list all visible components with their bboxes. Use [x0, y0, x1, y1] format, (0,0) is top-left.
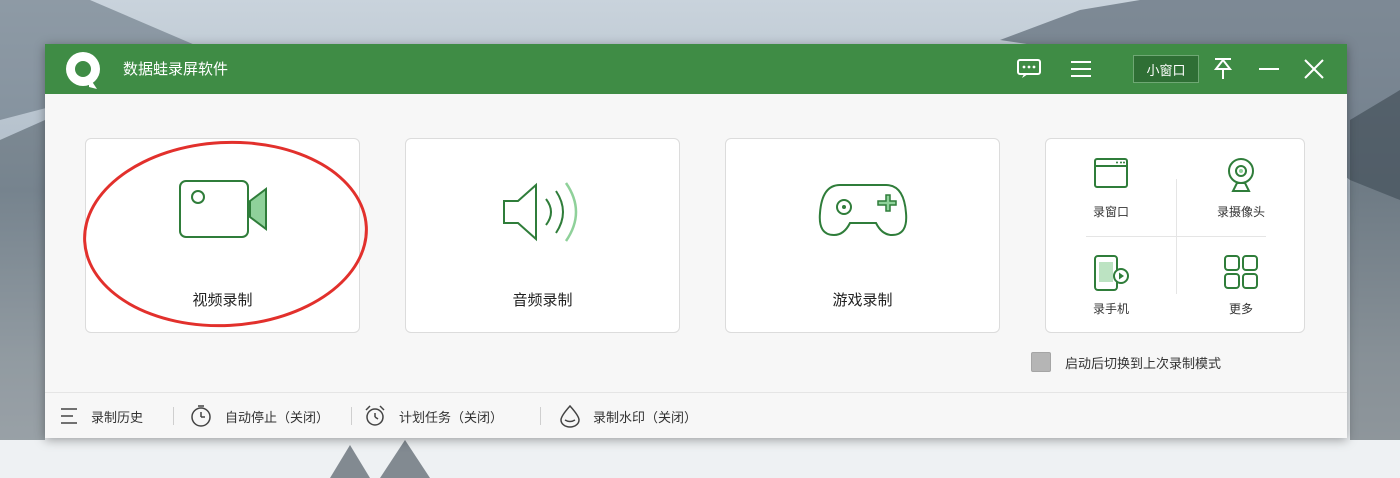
- footer-separator: [540, 407, 541, 425]
- title-bar: 数据蛙录屏软件 小窗口: [45, 44, 1347, 94]
- history-list-icon: [61, 408, 77, 424]
- app-window: 数据蛙录屏软件 小窗口 视频录制 音频录制 游戏录制 录窗口 录摄像头 录手机 …: [45, 44, 1347, 438]
- scheduled-task-button[interactable]: 计划任务（关闭）: [363, 403, 503, 429]
- minimize-icon[interactable]: [1255, 56, 1283, 82]
- phone-icon: [1094, 255, 1129, 291]
- pin-icon[interactable]: [1209, 56, 1237, 82]
- record-phone-item[interactable]: 录手机: [1046, 236, 1176, 333]
- remember-mode-checkbox[interactable]: [1031, 352, 1051, 372]
- menu-icon[interactable]: [1067, 56, 1095, 82]
- window-icon: [1094, 158, 1128, 188]
- game-record-label: 游戏录制: [832, 291, 893, 309]
- record-window-item[interactable]: 录窗口: [1046, 139, 1176, 236]
- close-icon[interactable]: [1300, 56, 1328, 82]
- watermark-label: 录制水印（关闭）: [593, 410, 698, 426]
- record-webcam-item[interactable]: 录摄像头: [1176, 139, 1306, 236]
- remember-mode-option[interactable]: 启动后切换到上次录制模式: [1031, 352, 1221, 372]
- more-modes-card: 录窗口 录摄像头 录手机 更多: [1045, 138, 1305, 333]
- record-window-label: 录窗口: [1092, 205, 1129, 219]
- remember-mode-label: 启动后切换到上次录制模式: [1065, 356, 1222, 372]
- audio-record-card[interactable]: 音频录制: [405, 138, 680, 333]
- watermark-button[interactable]: 录制水印（关闭）: [559, 403, 697, 429]
- grid-icon: [1224, 255, 1258, 289]
- app-logo-icon: [66, 52, 100, 89]
- record-history-button[interactable]: 录制历史: [59, 403, 143, 429]
- auto-stop-label: 自动停止（关闭）: [225, 410, 330, 426]
- timer-icon: [191, 405, 211, 427]
- more-label: 更多: [1228, 302, 1253, 316]
- watermark-drop-icon: [560, 404, 580, 428]
- feedback-icon[interactable]: [1015, 56, 1043, 82]
- game-record-card[interactable]: 游戏录制: [725, 138, 1000, 333]
- footer-separator: [351, 407, 352, 425]
- footer-separator: [173, 407, 174, 425]
- speaker-icon: [502, 182, 577, 242]
- webcam-icon: [1228, 158, 1254, 192]
- app-title: 数据蛙录屏软件: [123, 60, 229, 78]
- record-history-label: 录制历史: [91, 410, 144, 426]
- footer-bar: 录制历史 自动停止（关闭） 计划任务（关闭） 录制水印（关闭）: [45, 392, 1347, 438]
- more-item[interactable]: 更多: [1176, 236, 1306, 333]
- scheduled-task-label: 计划任务（关闭）: [399, 410, 504, 426]
- auto-stop-button[interactable]: 自动停止（关闭）: [189, 403, 329, 429]
- alarm-clock-icon: [365, 405, 385, 426]
- mini-window-button[interactable]: 小窗口: [1133, 55, 1199, 83]
- gamepad-icon: [818, 184, 907, 237]
- audio-record-label: 音频录制: [512, 291, 573, 309]
- record-webcam-label: 录摄像头: [1216, 205, 1265, 219]
- record-phone-label: 录手机: [1092, 302, 1129, 316]
